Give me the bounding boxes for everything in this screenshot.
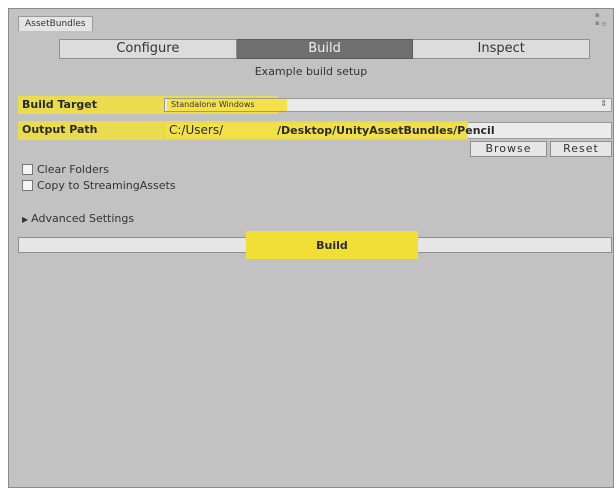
build-target-dropdown[interactable]: Standalone Windows ⇕ <box>164 98 612 112</box>
copy-streaming-label: Copy to StreamingAssets <box>37 179 176 192</box>
lines-icon: ≡ <box>601 20 607 28</box>
build-button-label: Build <box>316 239 348 252</box>
copy-streaming-toggle[interactable]: Copy to StreamingAssets <box>22 179 176 192</box>
clear-folders-toggle[interactable]: Clear Folders <box>22 163 109 176</box>
dropdown-arrows-icon: ⇕ <box>600 99 607 108</box>
triangle-right-icon: ▶ <box>22 215 29 224</box>
build-target-label: Build Target <box>22 98 97 111</box>
assetbundles-window: AssetBundles ▪ ▪ ≡ Configure Build Inspe… <box>8 8 614 488</box>
tab-inspect[interactable]: Inspect <box>413 39 591 59</box>
window-tab[interactable]: AssetBundles <box>18 16 93 31</box>
advanced-settings-foldout[interactable]: ▶ Advanced Settings <box>22 212 134 225</box>
clear-folders-label: Clear Folders <box>37 163 109 176</box>
tab-configure[interactable]: Configure <box>59 39 237 59</box>
mode-toolbar: Configure Build Inspect <box>59 39 591 59</box>
copy-streaming-checkbox[interactable] <box>22 180 33 191</box>
subtitle: Example build setup <box>254 65 368 78</box>
window-tab-title: AssetBundles <box>25 19 86 29</box>
window-controls[interactable]: ▪ ▪ ≡ <box>595 11 609 28</box>
clear-folders-checkbox[interactable] <box>22 164 33 175</box>
advanced-settings-label: Advanced Settings <box>31 212 135 225</box>
browse-button[interactable]: Browse <box>470 141 547 157</box>
build-target-value: Standalone Windows <box>171 100 255 109</box>
output-path-label: Output Path <box>22 123 98 136</box>
tab-build[interactable]: Build <box>236 39 414 59</box>
reset-button[interactable]: Reset <box>550 141 612 157</box>
output-path-prefix: C:/Users/ <box>169 123 224 137</box>
output-path-suffix: /Desktop/UnityAssetBundles/Pencil <box>277 124 495 137</box>
